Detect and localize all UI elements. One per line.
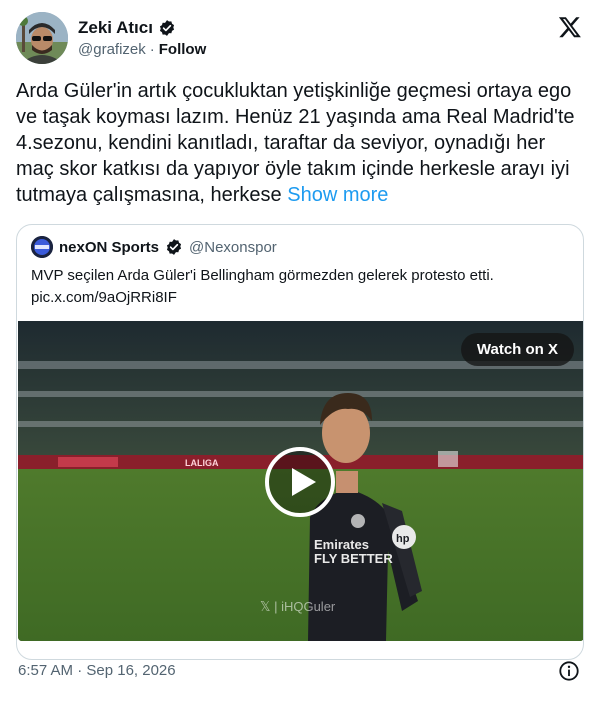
tweet-timestamp[interactable]: 6:57 AM · Sep 16, 2026	[18, 662, 176, 679]
quoted-handle[interactable]: @Nexonspor	[189, 239, 277, 256]
show-more-link[interactable]: Show more	[287, 184, 388, 206]
follow-button[interactable]: Follow	[159, 41, 207, 58]
verified-badge-icon	[165, 238, 183, 256]
video-player[interactable]: LALIGA Emirates FLY BETTER hp Watch on X …	[18, 321, 583, 641]
author-handle[interactable]: @grafizek	[78, 41, 146, 58]
separator-dot: ·	[149, 41, 155, 58]
x-logo-icon[interactable]	[558, 15, 582, 39]
info-icon[interactable]	[558, 660, 580, 682]
quoted-body: MVP seçilen Arda Güler'i Bellingham görm…	[31, 265, 571, 309]
quoted-name[interactable]: nexON Sports	[59, 239, 159, 256]
tweet-header: Zeki Atıcı @grafizek · Follow	[16, 12, 584, 68]
quoted-header: nexON Sports @Nexonspor	[31, 236, 277, 258]
verified-badge-icon	[158, 19, 176, 37]
author-name[interactable]: Zeki Atıcı	[78, 18, 153, 38]
shirt-logo: hp	[396, 533, 410, 545]
sponsor-board-laliga: LALIGA	[185, 458, 219, 468]
author-avatar[interactable]	[16, 12, 68, 64]
play-icon[interactable]	[263, 445, 337, 519]
quoted-tweet[interactable]: nexON Sports @Nexonspor MVP seçilen Arda…	[16, 224, 584, 660]
quoted-media-link[interactable]: pic.x.com/9aOjRRi8IF	[31, 287, 571, 309]
quoted-text: MVP seçilen Arda Güler'i Bellingham görm…	[31, 267, 494, 284]
watch-on-x-button[interactable]: Watch on X	[460, 333, 574, 366]
quoted-avatar[interactable]	[31, 236, 53, 258]
tweet-body: Arda Güler'in artık çocukluktan yetişkin…	[16, 78, 584, 208]
video-watermark: 𝕏 | iHQGuler	[260, 599, 336, 614]
tweet-footer: 6:57 AM · Sep 16, 2026	[16, 660, 584, 684]
